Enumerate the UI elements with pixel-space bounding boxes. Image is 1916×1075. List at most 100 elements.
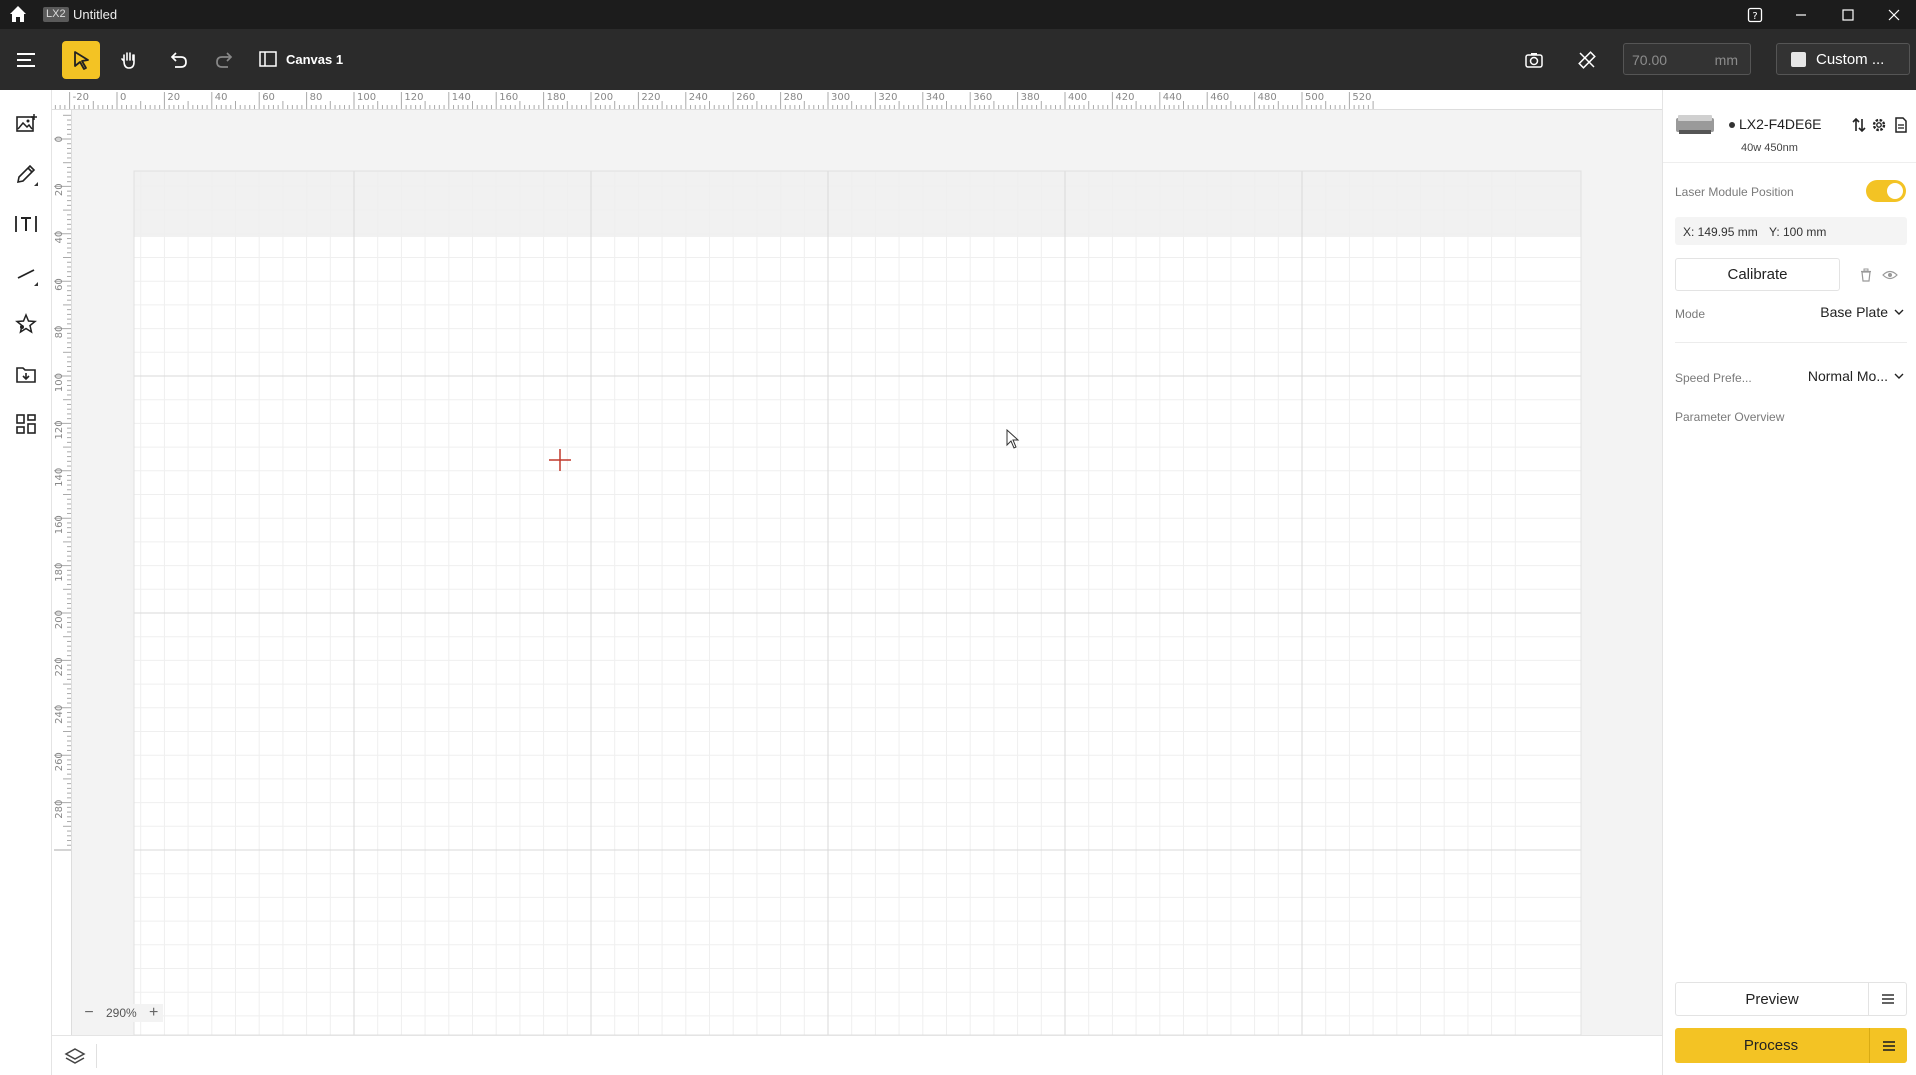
size-input[interactable]: 70.00 mm — [1623, 43, 1751, 75]
templates-grid-icon[interactable] — [10, 408, 42, 440]
material-select[interactable]: Custom ... — [1776, 43, 1910, 75]
ruler-tick-label: 40 — [215, 92, 228, 103]
speed-preference-label: Speed Prefe... — [1675, 371, 1752, 385]
ruler-tick-label: 120 — [404, 92, 423, 103]
ruler-tick-label: 360 — [973, 92, 992, 103]
ruler-tick-label: 500 — [1305, 92, 1324, 103]
device-header: LX2-F4DE6E 40w 450nm — [1675, 102, 1910, 154]
text-tool-icon[interactable] — [10, 208, 42, 240]
left-toolbar — [0, 90, 52, 1075]
minimize-icon[interactable] — [1790, 4, 1812, 26]
preview-button[interactable]: Preview — [1675, 982, 1907, 1016]
title-bar: LX2 Untitled ? — [0, 0, 1916, 29]
mode-label: Mode — [1675, 307, 1706, 321]
section-divider — [1675, 342, 1907, 343]
ruler-tick-label: 400 — [1068, 92, 1087, 103]
ruler-top: -20 0 20 40 60 80 100 120 140 160 180 200 220 240 260 2… — [52, 90, 1662, 110]
laser-module-position-toggle[interactable] — [1866, 180, 1906, 202]
connection-status-dot — [1729, 122, 1735, 128]
x-readout: X: 149.95 mm — [1683, 225, 1758, 239]
submenu-corner-icon — [34, 182, 38, 186]
position-readout: X: 149.95 mm Y: 100 mm — [1675, 217, 1907, 245]
undo-icon[interactable] — [159, 41, 197, 79]
image-icon[interactable] — [10, 108, 42, 140]
eye-icon[interactable] — [1881, 266, 1899, 284]
ruler-tick-label: 0 — [54, 136, 65, 142]
document-title: Untitled — [73, 7, 118, 22]
speed-preference-select[interactable]: Normal Mo... — [1808, 368, 1904, 384]
device-name[interactable]: LX2-F4DE6E — [1739, 116, 1821, 132]
ruler-tick-label: 60 — [54, 278, 65, 291]
ruler-tick-label: 20 — [54, 183, 65, 196]
preview-label: Preview — [1745, 990, 1799, 1008]
mode-select[interactable]: Base Plate — [1820, 304, 1904, 320]
chevron-down-icon — [1894, 309, 1904, 315]
mode-value: Base Plate — [1820, 304, 1888, 320]
ruler-tick-label: 20 — [167, 92, 180, 103]
preview-menu-icon[interactable] — [1868, 983, 1906, 1015]
redo-icon[interactable] — [206, 41, 244, 79]
laser-module-position-label: Laser Module Position — [1675, 185, 1794, 199]
ruler-tick-label: 480 — [1258, 92, 1277, 103]
ruler-tick-label: 460 — [1210, 92, 1229, 103]
line-tool-icon[interactable] — [10, 258, 42, 290]
ruler-tick-label: 520 — [1352, 92, 1371, 103]
process-button[interactable]: Process — [1675, 1028, 1907, 1063]
ruler-tick-label: 280 — [54, 800, 65, 819]
maximize-icon[interactable] — [1837, 4, 1859, 26]
ruler-tick-label: 180 — [547, 92, 566, 103]
ruler-tick-label: 280 — [784, 92, 803, 103]
home-icon[interactable] — [7, 3, 29, 25]
ruler-tick-label: 120 — [54, 420, 65, 439]
process-label: Process — [1743, 1037, 1799, 1054]
ruler-tick-label: 340 — [926, 92, 945, 103]
shape-star-icon[interactable] — [10, 308, 42, 340]
zoom-in-button[interactable]: + — [145, 1004, 163, 1022]
device-spec: 40w 450nm — [1741, 142, 1798, 154]
size-value: 70.00 — [1632, 52, 1668, 68]
select-tool-button[interactable] — [62, 41, 100, 79]
gear-icon[interactable] — [1870, 116, 1888, 134]
bottom-bar — [52, 1035, 1662, 1075]
layers-icon[interactable] — [64, 1046, 86, 1068]
mouse-cursor-icon — [1006, 429, 1020, 449]
trash-icon[interactable] — [1857, 266, 1875, 284]
laser-device-image — [1676, 115, 1714, 134]
ruler-left: 0 20 40 60 80 100 120 140 160 180 200 220 240 260 280 — [52, 110, 72, 1035]
cursor-arrow-icon — [74, 51, 89, 70]
ruler-tick-label: 420 — [1115, 92, 1134, 103]
ruler-tick-label: 100 — [357, 92, 376, 103]
pen-tool-icon[interactable] — [10, 158, 42, 190]
ruler-tick-label: 40 — [54, 231, 65, 244]
ruler-tick-label: 0 — [120, 92, 126, 103]
canvas-tab-label: Canvas 1 — [286, 51, 344, 67]
parameter-overview-label: Parameter Overview — [1675, 410, 1785, 424]
material-swatch — [1791, 51, 1806, 67]
ruler-tick-label: 320 — [878, 92, 897, 103]
tab-canvas-1[interactable]: Canvas 1 — [258, 49, 343, 69]
ruler-tick-label: 180 — [54, 563, 65, 582]
speed-preference-value: Normal Mo... — [1807, 368, 1888, 384]
ruler-tick-label: 240 — [54, 705, 65, 724]
camera-icon[interactable] — [1515, 41, 1553, 79]
close-icon[interactable] — [1883, 4, 1905, 26]
ruler-tick-label: 160 — [54, 515, 65, 534]
calibrate-button[interactable]: Calibrate — [1675, 258, 1840, 291]
measure-icon[interactable] — [1568, 41, 1606, 79]
ruler-tick-label: 140 — [452, 92, 471, 103]
ruler-tick-label: 200 — [594, 92, 613, 103]
import-icon[interactable] — [10, 358, 42, 390]
canvas-workspace[interactable] — [73, 111, 1662, 1035]
ruler-tick-label: 220 — [641, 92, 660, 103]
menu-icon[interactable] — [7, 41, 45, 79]
pan-hand-icon[interactable] — [110, 41, 148, 79]
bottom-divider — [96, 1044, 97, 1068]
panel-divider — [1663, 162, 1916, 163]
help-icon[interactable]: ? — [1744, 4, 1766, 26]
document-icon[interactable] — [1892, 116, 1910, 134]
zoom-out-button[interactable]: − — [80, 1004, 98, 1022]
process-menu-icon[interactable] — [1869, 1028, 1907, 1063]
ruler-tick-label: 80 — [54, 326, 65, 339]
size-unit: mm — [1714, 52, 1738, 68]
swap-icon[interactable] — [1850, 116, 1868, 134]
